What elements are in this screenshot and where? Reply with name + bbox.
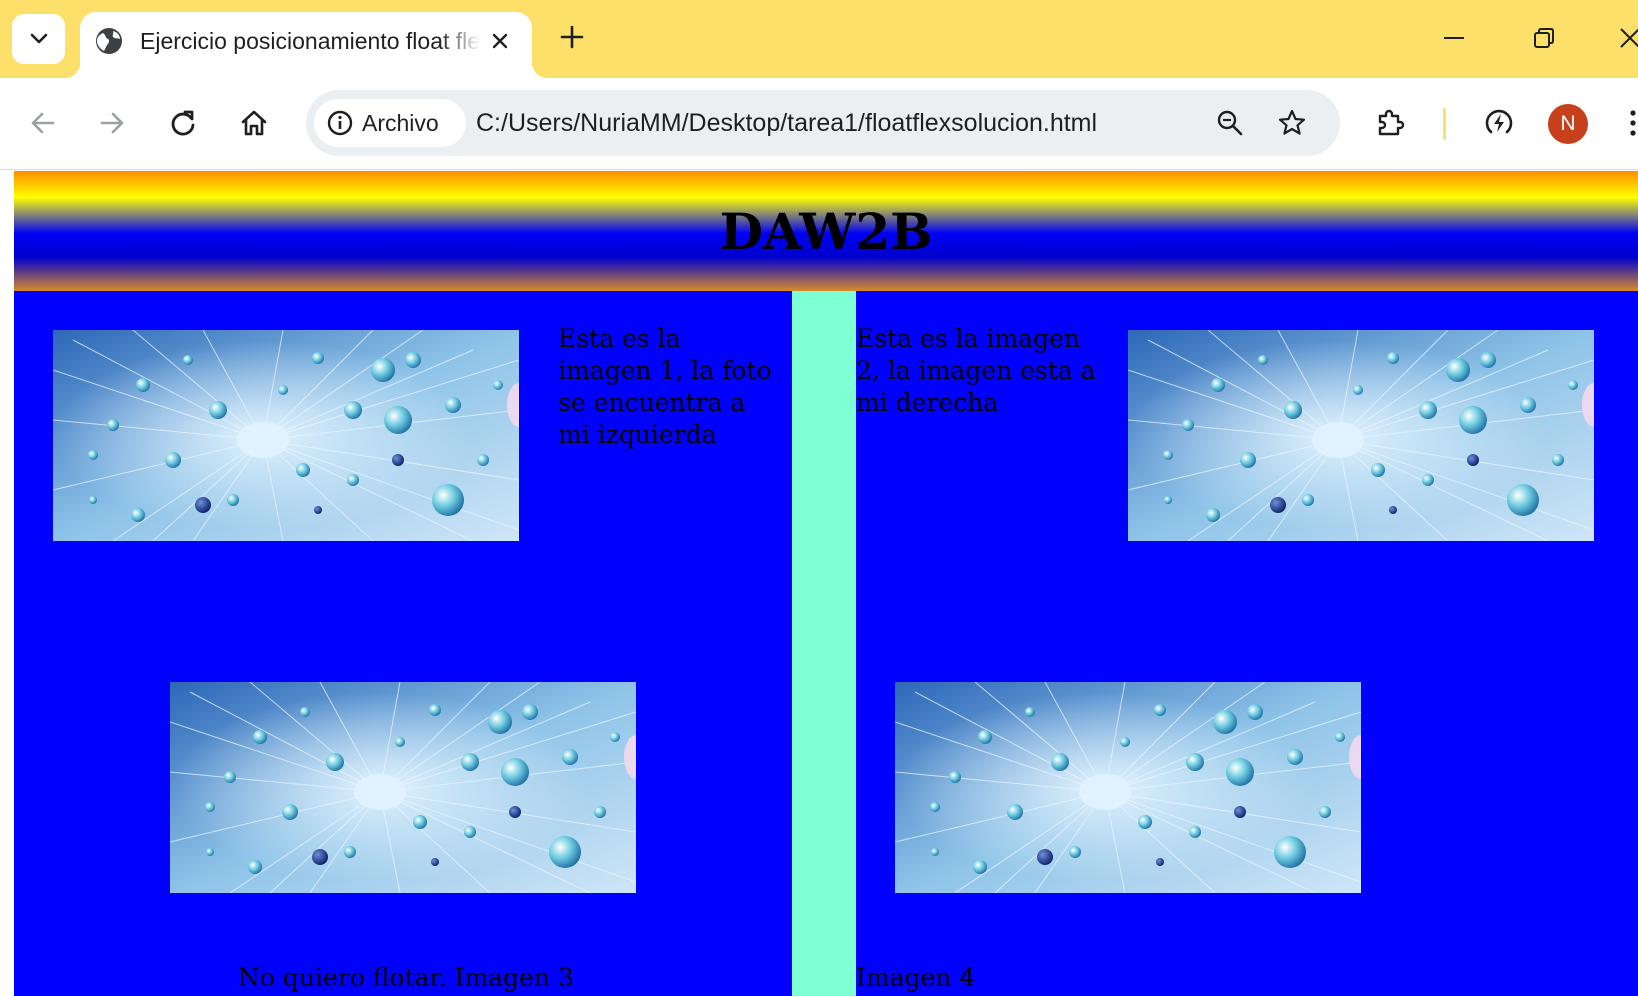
menu-button[interactable] [1610,100,1638,146]
puzzle-icon [1378,109,1405,136]
image-3 [170,682,636,893]
water-droplets-image [53,330,519,541]
page-header: DAW2B [14,171,1638,291]
close-icon [492,33,508,49]
plus-icon [560,25,584,49]
image-2 [1128,330,1594,541]
more-vertical-icon [1630,110,1636,136]
active-tab[interactable]: Ejercicio posicionamiento float flex [64,12,548,78]
minimize-icon [1444,37,1464,39]
arrow-right-icon [100,112,124,134]
toolbar-separator [1443,108,1446,140]
center-gutter [792,291,856,996]
tab-title: Ejercicio posicionamiento float flex [140,28,480,54]
reload-button[interactable] [160,100,206,146]
reload-icon [171,110,195,136]
image-1 [53,330,519,541]
extensions-button[interactable] [1368,100,1414,146]
water-droplets-image [170,682,636,893]
chevron-down-icon [30,33,47,44]
close-icon [1620,28,1638,48]
url-text[interactable]: C:/Users/NuriaMM/Desktop/tarea1/floatfle… [476,107,1097,139]
address-bar[interactable]: Archivo C:/Users/NuriaMM/Desktop/tarea1/… [306,90,1340,156]
image-2-caption: Esta es la imagen 2, la imagen esta a mi… [856,324,1096,417]
image-4 [895,682,1361,893]
star-icon [1278,109,1306,135]
toolbar: Archivo C:/Users/NuriaMM/Desktop/tarea1/… [0,78,1638,170]
tab-search-button[interactable] [12,14,65,64]
water-droplets-image [1128,330,1594,541]
performance-button[interactable] [1476,100,1522,146]
page-viewport: DAW2B Esta es la imagen 1, la foto se en… [0,171,1638,996]
image-3-caption: No quiero flotar. Imagen 3 [238,963,574,992]
back-button[interactable] [20,100,66,146]
home-icon [241,110,267,136]
site-info-label: Archivo [362,109,439,136]
restore-button[interactable] [1526,20,1562,56]
info-icon [327,110,353,136]
forward-button[interactable] [89,100,135,146]
image-4-caption: Imagen 4 [856,963,976,992]
tab-close-button[interactable] [484,25,516,57]
image-1-caption: Esta es la imagen 1, la foto se encuentr… [558,324,772,449]
bookmark-button[interactable] [1276,107,1308,139]
zoom-out-icon [1217,110,1243,136]
new-tab-button[interactable] [556,21,588,53]
profile-avatar[interactable]: N [1548,104,1588,144]
minimize-button[interactable] [1436,20,1472,56]
zoom-button[interactable] [1214,107,1246,139]
page-title: DAW2B [719,201,933,261]
energy-saver-icon [1485,109,1513,134]
restore-icon [1534,28,1554,48]
water-droplets-image [895,682,1361,893]
globe-icon [96,28,122,54]
arrow-left-icon [31,112,55,134]
site-info-chip[interactable]: Archivo [314,99,466,147]
close-window-button[interactable] [1612,20,1638,56]
tab-strip: Ejercicio posicionamiento float flex [0,0,1638,78]
home-button[interactable] [231,100,277,146]
